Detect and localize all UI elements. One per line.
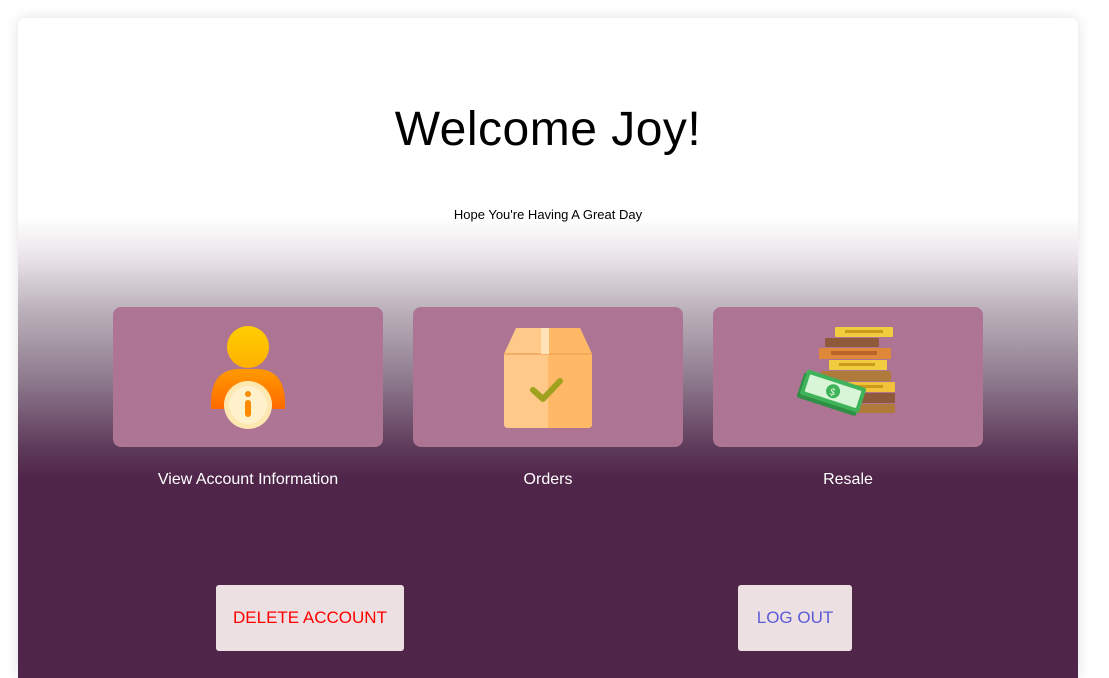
page-title: Welcome Joy! (394, 103, 702, 156)
orders-label[interactable]: Orders (413, 471, 683, 489)
package-check-icon (504, 328, 592, 428)
account-info-card[interactable] (113, 307, 383, 447)
dashboard-panel: Welcome Joy! Hope You're Having A Great … (18, 18, 1078, 678)
resale-label[interactable]: Resale (713, 471, 983, 489)
log-out-button[interactable]: LOG OUT (738, 585, 852, 651)
resale-card[interactable]: $ (713, 307, 983, 447)
account-info-label[interactable]: View Account Information (113, 471, 383, 489)
delete-account-button[interactable]: DELETE ACCOUNT (216, 585, 404, 651)
books-money-icon: $ (796, 327, 895, 416)
page-subtitle: Hope You're Having A Great Day (453, 207, 643, 222)
user-info-icon (211, 326, 285, 429)
orders-card[interactable] (413, 307, 683, 447)
